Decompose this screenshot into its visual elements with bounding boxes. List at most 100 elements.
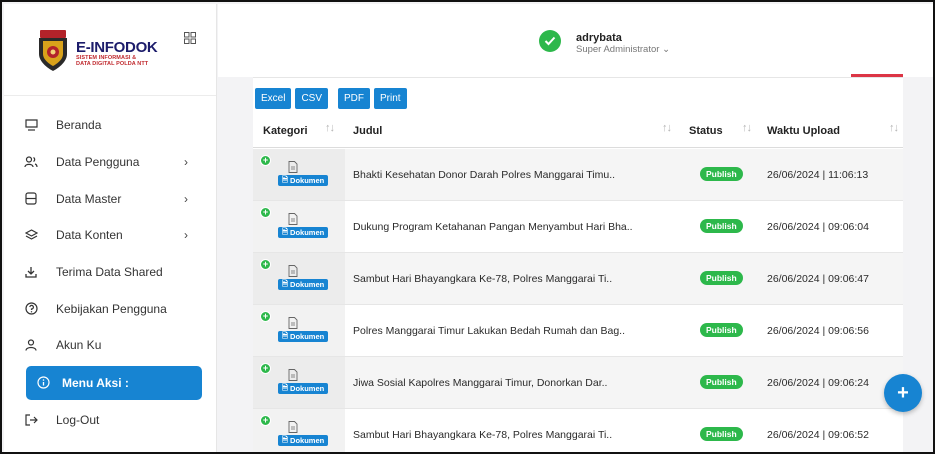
sidebar-item-label: Data Pengguna [56,155,140,170]
sidebar: E-INFODOK SISTEM INFORMASI & DATA DIGITA… [4,4,217,452]
judul-cell: Jiwa Sosial Kapolres Manggarai Timur, Do… [353,377,608,389]
kategori-cell: + 🗎 Dokumen [253,305,345,356]
table-row[interactable]: + 🗎 Dokumen Dukung Program Ketahanan Pang… [253,201,903,253]
judul-cell: Bhakti Kesehatan Donor Darah Polres Mang… [353,169,616,181]
status-badge: Publish [700,167,743,181]
kategori-badge: 🗎 Dokumen [278,175,329,186]
column-header-status[interactable]: Status [689,125,723,137]
file-icon: 🗎 [282,435,289,444]
expand-row-icon[interactable]: + [260,363,271,374]
chevron-right-icon: › [184,191,188,206]
sidebar-item-terima-data-shared[interactable]: Terima Data Shared [4,254,216,291]
sort-icon[interactable]: ↑↓ [742,122,752,134]
sidebar-item-label: Data Konten [56,228,123,243]
status-badge: Publish [700,219,743,233]
sidebar-item-akun-ku[interactable]: Akun Ku [4,327,216,364]
user-icon [24,338,38,352]
table-body: + 🗎 Dokumen Bhakti Kesehatan Donor Darah … [253,149,903,452]
chevron-right-icon: › [184,155,188,170]
sidebar-item-label: Beranda [56,118,102,133]
check-circle-icon [539,30,561,52]
sidebar-item-data-master[interactable]: Data Master › [4,180,216,217]
sidebar-item-menu-aksi[interactable]: Menu Aksi : [26,365,202,400]
add-floating-button[interactable]: + [884,374,922,412]
document-icon [288,421,298,433]
file-icon: 🗎 [282,331,289,340]
judul-cell: Sambut Hari Bhayangkara Ke-78, Polres Ma… [353,429,613,441]
waktu-upload-cell: 26/06/2024 | 11:06:13 [767,169,869,181]
kategori-badge: 🗎 Dokumen [278,279,329,290]
sidebar-item-label: Log-Out [56,413,100,428]
kategori-cell: + 🗎 Dokumen [253,409,345,452]
document-icon [288,317,298,329]
expand-row-icon[interactable]: + [260,155,271,166]
excel-button[interactable]: Excel [255,88,292,109]
sort-icon[interactable]: ↑↓ [325,122,335,134]
layers-icon [24,228,38,242]
expand-row-icon[interactable]: + [260,311,271,322]
kategori-badge: 🗎 Dokumen [278,331,329,342]
info-icon [36,376,50,390]
sidebar-item-logout[interactable]: Log-Out [4,402,216,439]
sort-icon[interactable]: ↑↓ [889,122,899,134]
logout-icon [24,413,38,427]
sidebar-item-data-konten[interactable]: Data Konten › [4,217,216,254]
status-badge: Publish [700,427,743,441]
kategori-badge: 🗎 Dokumen [278,435,329,446]
sidebar-item-data-pengguna[interactable]: Data Pengguna › [4,144,216,181]
expand-row-icon[interactable]: + [260,415,271,426]
users-icon [24,155,38,169]
table-row[interactable]: + 🗎 Dokumen Sambut Hari Bhayangkara Ke-78… [253,409,903,452]
csv-button[interactable]: CSV [295,88,329,109]
user-name[interactable]: adrybata [576,32,622,44]
file-icon: 🗎 [282,227,289,236]
database-icon [24,192,38,206]
kategori-cell: + 🗎 Dokumen [253,357,345,408]
document-icon [288,265,298,277]
table-row[interactable]: + 🗎 Dokumen Bhakti Kesehatan Donor Darah … [253,149,903,201]
sort-icon[interactable]: ↑↓ [662,122,672,134]
chevron-right-icon: › [184,228,188,243]
waktu-upload-cell: 26/06/2024 | 09:06:24 [767,377,869,389]
expand-row-icon[interactable]: + [260,207,271,218]
waktu-upload-cell: 26/06/2024 | 09:06:47 [767,273,869,285]
file-icon: 🗎 [282,279,289,288]
kategori-cell: + 🗎 Dokumen [253,253,345,304]
pdf-button[interactable]: PDF [338,88,371,109]
expand-row-icon[interactable]: + [260,259,271,270]
help-circle-icon [24,302,38,316]
document-icon [288,161,298,173]
app-window: E-INFODOK SISTEM INFORMASI & DATA DIGITA… [0,0,935,454]
table-row[interactable]: + 🗎 Dokumen Jiwa Sosial Kapolres Manggara… [253,357,903,409]
status-badge: Publish [700,323,743,337]
sidebar-item-label: Menu Aksi : [62,375,129,390]
file-icon: 🗎 [282,383,289,392]
sidebar-menu: Beranda Data Pengguna › Data Master › Da… [4,96,216,439]
sidebar-item-label: Kebijakan Pengguna [56,301,167,316]
column-header-kategori[interactable]: Kategori [263,125,308,137]
search-input-accent [851,74,903,77]
document-icon [288,369,298,381]
waktu-upload-cell: 26/06/2024 | 09:06:04 [767,221,869,233]
sidebar-item-kebijakan-pengguna[interactable]: Kebijakan Pengguna [4,290,216,327]
judul-cell: Polres Manggarai Timur Lakukan Bedah Rum… [353,325,625,337]
user-role-dropdown[interactable]: Super Administrator ⌄ [576,44,670,55]
status-badge: Publish [700,271,743,285]
sidebar-item-beranda[interactable]: Beranda [4,107,216,144]
table-row[interactable]: + 🗎 Dokumen Polres Manggarai Timur Lakuka… [253,305,903,357]
monitor-icon [24,118,38,132]
column-header-judul[interactable]: Judul [353,125,382,137]
export-toolbar: Excel CSV PDF Print [255,88,407,109]
download-icon [24,265,38,279]
table-row[interactable]: + 🗎 Dokumen Sambut Hari Bhayangkara Ke-78… [253,253,903,305]
file-icon: 🗎 [282,175,289,184]
table-header: Kategori ↑↓ Judul ↑↓ Status ↑↓ Waktu Upl… [253,116,903,148]
kategori-cell: + 🗎 Dokumen [253,149,345,200]
card-divider [253,77,903,78]
sidebar-item-label: Terima Data Shared [56,265,163,280]
column-header-waktu-upload[interactable]: Waktu Upload [767,125,840,137]
content-card: Excel CSV PDF Print Kategori ↑↓ Judul ↑↓… [253,68,903,452]
waktu-upload-cell: 26/06/2024 | 09:06:56 [767,325,869,337]
grid-icon[interactable] [184,32,196,44]
print-button[interactable]: Print [374,88,407,109]
